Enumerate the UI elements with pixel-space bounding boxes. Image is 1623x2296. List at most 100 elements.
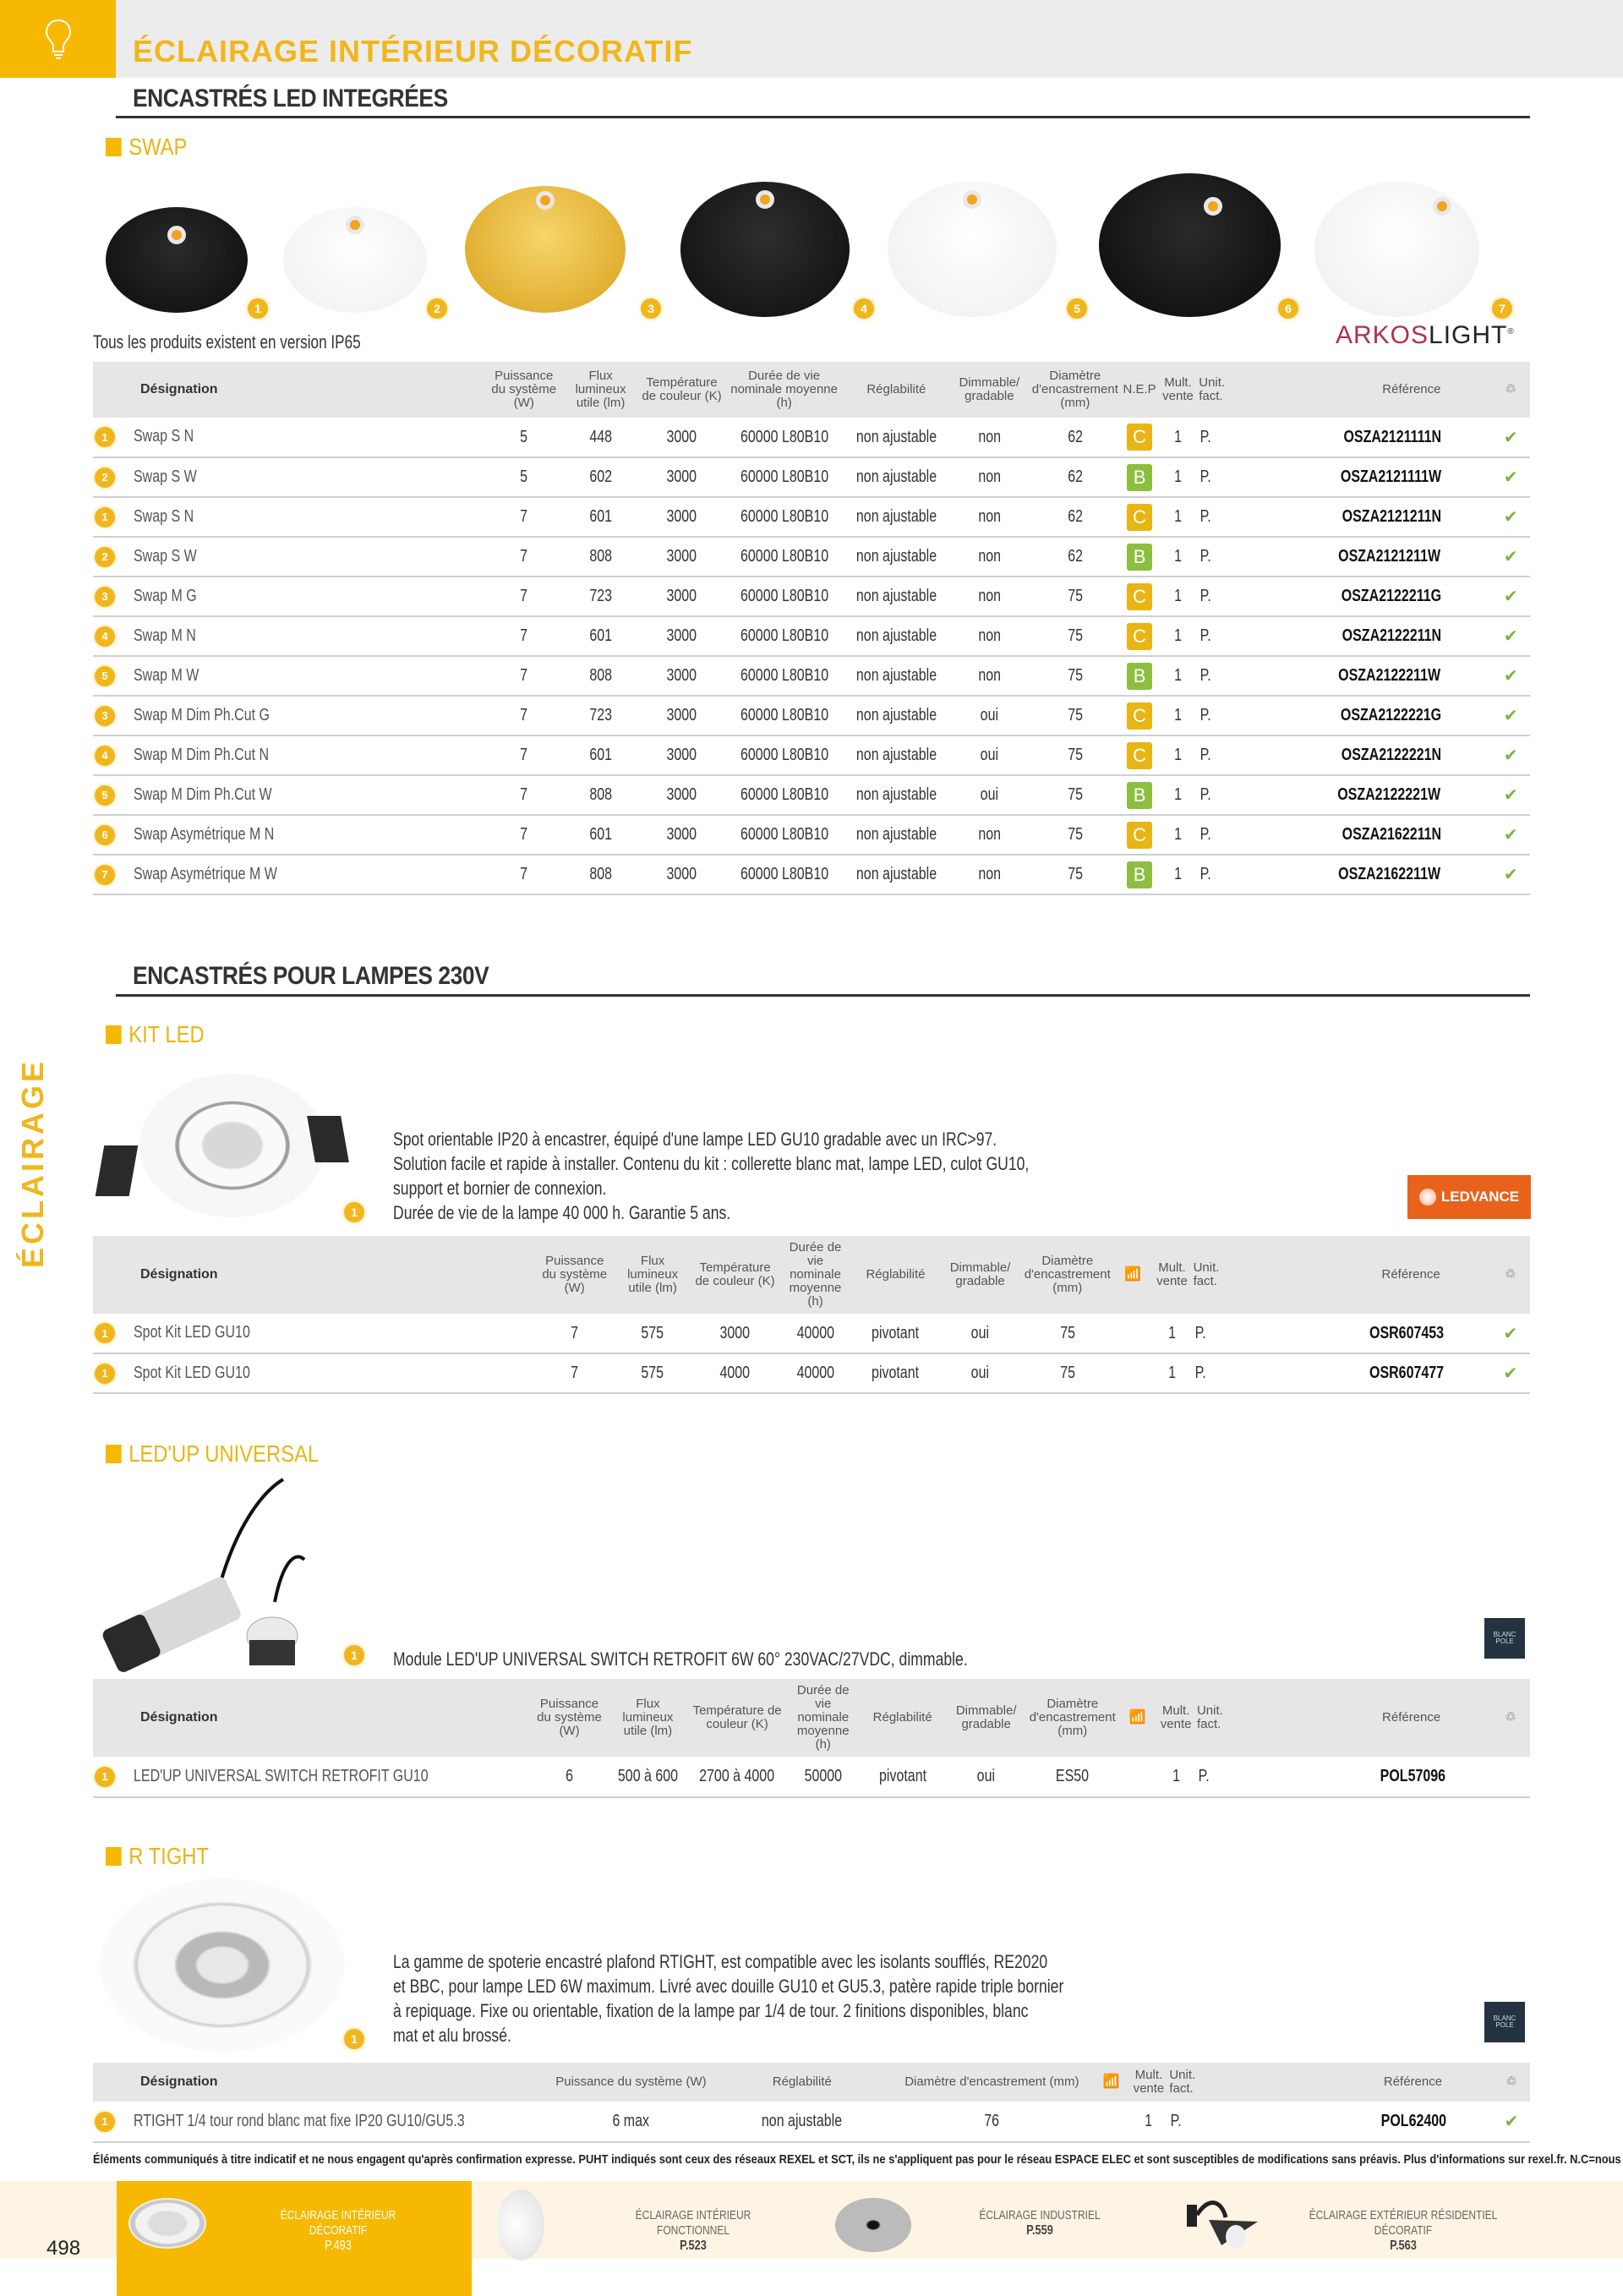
power-cell: 5 — [485, 418, 563, 458]
temp-cell-value: 4000 — [719, 1364, 751, 1382]
adjust-cell: pivotant — [852, 1314, 939, 1354]
power-cell-value: 7 — [520, 706, 528, 724]
diam-cell-value: 75 — [1059, 1323, 1075, 1342]
connected-cell — [1092, 2102, 1130, 2143]
power-cell-value: 7 — [520, 825, 528, 844]
image-badge: 1 — [248, 298, 268, 319]
power-cell-value: 6 max — [612, 2112, 650, 2130]
col-life: Durée de vie nominale moyenne (h) — [786, 1679, 860, 1757]
flux-cell-value: 808 — [589, 547, 612, 566]
col-diameter: Diamètre d'encastrement (mm) — [1030, 362, 1121, 418]
mult-cell: 1 — [1158, 855, 1198, 895]
flux-cell-value: 575 — [641, 1364, 664, 1382]
life-cell-value: 40000 — [796, 1364, 834, 1382]
col-stock: ♲ — [1490, 1236, 1530, 1314]
adjust-cell-value: pivotant — [878, 1767, 926, 1785]
adjust-cell: non ajustable — [844, 616, 949, 657]
footer-nav-item-exterieur[interactable]: ÉCLAIRAGE EXTÉRIEUR RÉSIDENTIEL DÉCORATI… — [1302, 2208, 1505, 2254]
flux-cell-value: 601 — [589, 507, 612, 526]
nep-badge: B — [1127, 781, 1153, 809]
dim-cell-value: non — [978, 865, 1001, 883]
reference-cell-value: OSZA2122221W — [1337, 785, 1441, 804]
unit-cell-value: P. — [1199, 825, 1211, 844]
product-image-3 — [465, 186, 626, 313]
image-badge: 1 — [344, 2029, 364, 2049]
dim-cell-value: oui — [980, 785, 999, 804]
footer-nav-item-industriel[interactable]: ÉCLAIRAGE INDUSTRIEL P.559 — [952, 2208, 1128, 2239]
diam-cell: 75 — [1030, 577, 1121, 617]
flux-cell: 808 — [562, 656, 640, 697]
adjust-cell-value: non ajustable — [855, 467, 937, 486]
unit-cell: P. — [1197, 616, 1236, 657]
life-cell: 60000 L80B10 — [724, 775, 844, 816]
rtight-description: La gamme de spoterie encastré plafond RT… — [393, 1951, 1064, 2046]
stock-icon: ♲ — [1505, 1710, 1516, 1725]
diam-cell-value: 75 — [1067, 785, 1083, 804]
adjust-cell-value: non ajustable — [855, 626, 937, 645]
adjust-cell: non ajustable — [844, 497, 949, 538]
reference-cell: OSZA2122221W — [1235, 775, 1492, 816]
life-cell-value: 60000 L80B10 — [740, 865, 828, 883]
table-row: 3 Swap M G 7 723 3000 60000 L80B10 non ajustab… — [93, 577, 1530, 617]
legal-disclaimer: Éléments communiqués à titre indicatif e… — [93, 2152, 1623, 2167]
table-header-row: Désignation Puissance du système (W) Flu… — [93, 362, 1530, 418]
product-name: Swap S W — [134, 467, 197, 486]
power-cell: 7 — [535, 1314, 614, 1354]
reference-cell-value: POL62400 — [1381, 2112, 1447, 2130]
adjust-cell: non ajustable — [844, 696, 949, 736]
item-number-badge: 5 — [95, 784, 115, 806]
flux-cell-value: 601 — [589, 825, 612, 844]
flux-cell: 723 — [562, 577, 640, 617]
temp-cell-value: 3000 — [666, 746, 697, 764]
stock-check-icon: ✔ — [1491, 735, 1530, 776]
power-cell-value: 7 — [571, 1364, 579, 1382]
footer-nav-item-decoratif[interactable]: ÉCLAIRAGE INTÉRIEUR DÉCORATIF P.493 — [250, 2208, 426, 2254]
temp-cell-value: 3000 — [666, 587, 697, 605]
life-cell: 60000 L80B10 — [724, 735, 844, 776]
dim-cell: non — [948, 537, 1030, 577]
product-name: Swap M N — [134, 626, 196, 645]
ledvance-glow-icon — [1418, 1189, 1436, 1205]
dim-cell: non — [948, 457, 1030, 498]
mult-cell: 1 — [1152, 1314, 1192, 1354]
reference-cell: OSZA2122221G — [1235, 696, 1492, 736]
dim-cell-value: non — [978, 825, 1001, 844]
flux-cell: 601 — [562, 616, 640, 657]
diam-cell-value: 75 — [1059, 1364, 1075, 1382]
power-cell-value: 6 — [566, 1767, 573, 1785]
nep-badge: C — [1127, 424, 1153, 451]
temp-cell: 3000 — [639, 656, 724, 697]
footer-nav-item-fonctionnel[interactable]: ÉCLAIRAGE INTÉRIEUR FONCTIONNEL P.523 — [605, 2208, 781, 2254]
temp-cell-value: 3000 — [719, 1323, 751, 1342]
designation-cell: 5 Swap M W — [93, 656, 486, 697]
temp-cell-value: 3000 — [666, 825, 697, 844]
stock-check-icon: ✔ — [1491, 815, 1530, 856]
product-name: Swap Asymétrique M W — [134, 864, 277, 883]
life-cell-value: 50000 — [804, 1767, 843, 1785]
life-cell: 60000 L80B10 — [724, 855, 844, 895]
flux-cell-value: 500 à 600 — [617, 1767, 678, 1785]
flux-cell-value: 601 — [589, 746, 612, 764]
wifi-icon: 📶 — [1102, 2075, 1120, 2089]
flux-cell: 808 — [562, 775, 640, 816]
adjust-cell: non ajustable — [844, 537, 949, 577]
col-designation: Désignation — [93, 1679, 531, 1757]
diam-cell-value: 62 — [1067, 427, 1083, 446]
designation-cell: 1 Swap S N — [93, 418, 486, 458]
image-badge: 7 — [1492, 298, 1512, 319]
power-cell-value: 5 — [520, 427, 528, 446]
reference-cell-value: OSZA2121111W — [1340, 467, 1441, 486]
col-reference: Référence — [1230, 1236, 1491, 1314]
power-cell-value: 7 — [520, 587, 528, 605]
mult-cell-value: 1 — [1174, 427, 1182, 446]
temp-cell: 4000 — [691, 1353, 779, 1394]
nep-cell: B — [1120, 457, 1159, 498]
dim-cell: non — [948, 855, 1030, 895]
reference-cell: OSZA2162211N — [1235, 815, 1492, 856]
col-mult: Mult. vente — [1158, 362, 1198, 418]
brand-logo-ledvance: LEDVANCE — [1407, 1175, 1531, 1219]
col-connected: 📶 — [1118, 1679, 1157, 1757]
flux-cell-value: 575 — [641, 1323, 664, 1342]
unit-cell-value: P. — [1199, 427, 1211, 446]
power-cell-value: 7 — [571, 1323, 579, 1342]
